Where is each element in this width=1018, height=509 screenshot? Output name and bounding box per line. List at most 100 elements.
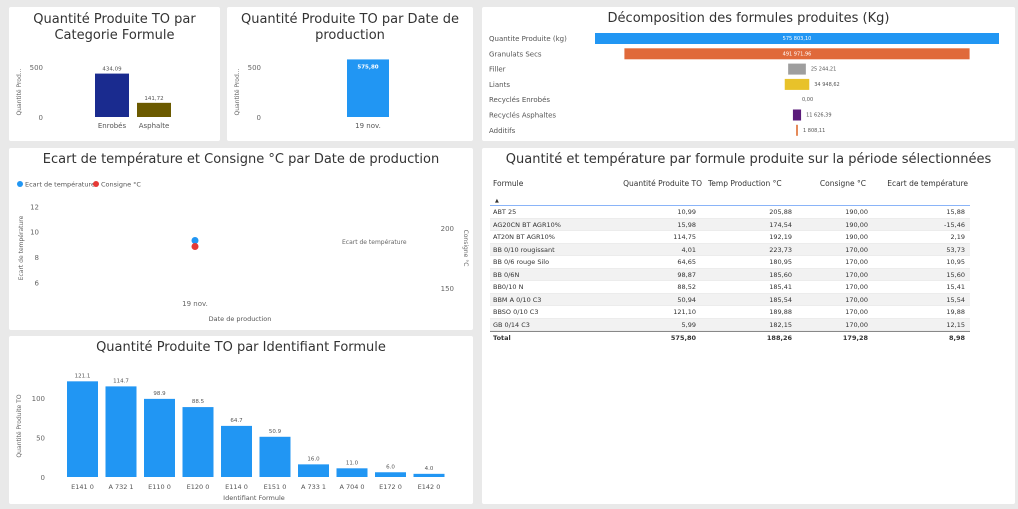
- x-axis-label: Identifiant Formule: [223, 494, 285, 502]
- table-cell: 185,41: [769, 283, 792, 291]
- table-cell: 170,00: [845, 270, 868, 279]
- x-tick-label: A 732 1: [108, 483, 133, 491]
- y-tick-label: 0: [39, 114, 43, 122]
- formule-table[interactable]: Formule Quantité Produite TO Temp Producti…: [490, 176, 970, 344]
- table-row[interactable]: BBM A 0/10 C3 50,94 185,54 170,00 15,54: [490, 293, 970, 306]
- bar[interactable]: [182, 407, 214, 477]
- funnel-label: Liants: [489, 81, 510, 89]
- table-cell: 98,87: [677, 270, 696, 279]
- bar[interactable]: [144, 398, 175, 477]
- table-cell: 4,01: [681, 245, 696, 254]
- decomposition-funnel-chart[interactable]: Quantite Produite (kg) 575 803,10 Granulat…: [482, 7, 1015, 141]
- bar[interactable]: [413, 473, 445, 477]
- bar[interactable]: [137, 102, 171, 117]
- data-label: 16.0: [307, 456, 320, 462]
- data-label: 141,72: [144, 96, 163, 102]
- data-label: 4.0: [425, 466, 434, 472]
- data-label: 575,80: [357, 64, 378, 70]
- bar[interactable]: [67, 381, 98, 477]
- y-tick-label: 0: [257, 114, 261, 122]
- table-cell: 114,75: [673, 233, 696, 241]
- column-header[interactable]: Quantité Produite TO: [592, 178, 702, 189]
- funnel-bar[interactable]: [792, 109, 802, 121]
- table-cell: 2,19: [950, 233, 965, 241]
- x-tick-label: E120 0: [187, 483, 210, 491]
- table-cell: 174,54: [769, 220, 792, 229]
- column-header[interactable]: Consigne °C: [802, 178, 866, 189]
- identifiant-bar-chart[interactable]: Quantité Produite TO 100 50 0 121.1 E141 0 114…: [9, 336, 473, 504]
- table-row[interactable]: BB 0/6N 98,87 185,60 170,00 15,60: [490, 268, 970, 281]
- table-row[interactable]: BB 0/10 rougissant 4,01 223,73 170,00 53,73: [490, 243, 970, 256]
- table-cell: 190,00: [845, 220, 868, 229]
- legend-label: Ecart de température: [25, 181, 95, 189]
- data-label: 491 971,96: [783, 51, 812, 57]
- table-row[interactable]: GB 0/14 C3 5,99 182,15 170,00 12,15: [490, 318, 970, 331]
- table-row[interactable]: BB0/10 N 88,52 185,41 170,00 15,41: [490, 281, 970, 294]
- table-cell: 121,10: [673, 308, 696, 316]
- table-row[interactable]: AT20N BT AGR10% 114,75 192,19 190,00 2,19: [490, 231, 970, 244]
- bar[interactable]: [375, 472, 406, 477]
- data-label: 25 244,21: [811, 67, 836, 73]
- table-cell: 15,41: [946, 283, 965, 291]
- bar[interactable]: [298, 464, 329, 477]
- bar[interactable]: [105, 386, 137, 477]
- table-row[interactable]: BBSO 0/10 C3 121,10 189,88 170,00 19,88: [490, 306, 970, 319]
- funnel-bar[interactable]: [796, 124, 798, 136]
- funnel-bar[interactable]: [784, 78, 810, 90]
- table-cell: BB 0/10 rougissant: [493, 245, 555, 254]
- table-cell: BBM A 0/10 C3: [493, 295, 542, 304]
- date-bar-chart[interactable]: Quantité Prod... 500 0 575,80 19 nov.: [227, 7, 473, 141]
- column-header[interactable]: Formule: [493, 178, 593, 189]
- tile-table-formules[interactable]: Quantité et température par formule prod…: [482, 148, 1015, 504]
- x-tick-label: E114 0: [225, 483, 248, 491]
- y-tick-label: 100: [32, 395, 45, 403]
- bar[interactable]: [259, 436, 291, 477]
- table-cell: 170,00: [845, 258, 868, 266]
- funnel-bar[interactable]: [788, 63, 806, 75]
- tile-decomposition[interactable]: Décomposition des formules produites (Kg…: [482, 7, 1015, 141]
- table-cell: 170,00: [845, 295, 868, 304]
- table-row[interactable]: BB 0/6 rouge Silo 64,65 180,95 170,00 10,95: [490, 256, 970, 269]
- column-header[interactable]: Temp Production °C: [708, 178, 788, 189]
- column-header[interactable]: Ecart de température: [868, 178, 968, 189]
- legend-label: Consigne °C: [101, 181, 141, 189]
- funnel-label: Additifs: [489, 127, 516, 135]
- table-cell: 180,95: [769, 258, 792, 266]
- categorie-bar-chart[interactable]: Quantité Prod... 500 0 434,09 Enrobés 141,72 A…: [9, 7, 220, 141]
- data-label: 98.9: [153, 391, 166, 397]
- x-tick-label: 19 nov.: [182, 300, 208, 308]
- tile-identifiant-formule[interactable]: Quantité Produite TO par Identifiant For…: [9, 336, 473, 504]
- table-cell: 19,88: [946, 308, 965, 316]
- funnel-label: Filler: [489, 66, 506, 74]
- y-axis-label: Consigne °C: [462, 230, 469, 267]
- table-total-row[interactable]: Total 575,80 188,26 179,28 8,98: [490, 331, 970, 344]
- bar[interactable]: [95, 73, 129, 117]
- tile-date-production[interactable]: Quantité Produite TO par Date de product…: [227, 7, 473, 141]
- y-tick-label: 0: [41, 474, 45, 482]
- data-point: [191, 237, 199, 245]
- x-tick-label: E141 0: [71, 483, 94, 491]
- table-cell: BB 0/6N: [493, 270, 520, 279]
- data-label: 64.7: [230, 418, 243, 424]
- table-cell: 190,00: [845, 208, 868, 216]
- table-cell: AG20CN BT AGR10%: [493, 220, 561, 229]
- tile-ecart-temperature[interactable]: Ecart de température et Consigne °C par …: [9, 148, 473, 330]
- data-label: 575 803,10: [783, 36, 812, 42]
- table-cell: 15,60: [946, 270, 965, 279]
- table-cell: 575,80: [670, 334, 696, 342]
- bar[interactable]: [336, 468, 368, 477]
- table-cell: 185,54: [769, 295, 792, 304]
- data-label: 11.0: [346, 460, 359, 466]
- y-axis-label: Ecart de température: [18, 215, 25, 280]
- ecart-scatter-chart[interactable]: Ecart de température Consigne °CEcart de …: [9, 148, 473, 330]
- legend-marker: [93, 181, 99, 187]
- y-tick-label: 500: [30, 64, 43, 72]
- x-tick-label: E142 0: [418, 483, 441, 491]
- tile-categorie-formule[interactable]: Quantité Produite TO par Categorie Formu…: [9, 7, 220, 141]
- table-cell: 170,00: [845, 245, 868, 254]
- table-row[interactable]: ABT 25 10,99 205,88 190,00 15,88: [490, 206, 970, 219]
- y-tick-label: 200: [441, 225, 454, 233]
- bar[interactable]: [221, 425, 252, 477]
- table-row[interactable]: AG20CN BT AGR10% 15,98 174,54 190,00 -15,46: [490, 218, 970, 231]
- table-cell: 53,73: [946, 245, 965, 254]
